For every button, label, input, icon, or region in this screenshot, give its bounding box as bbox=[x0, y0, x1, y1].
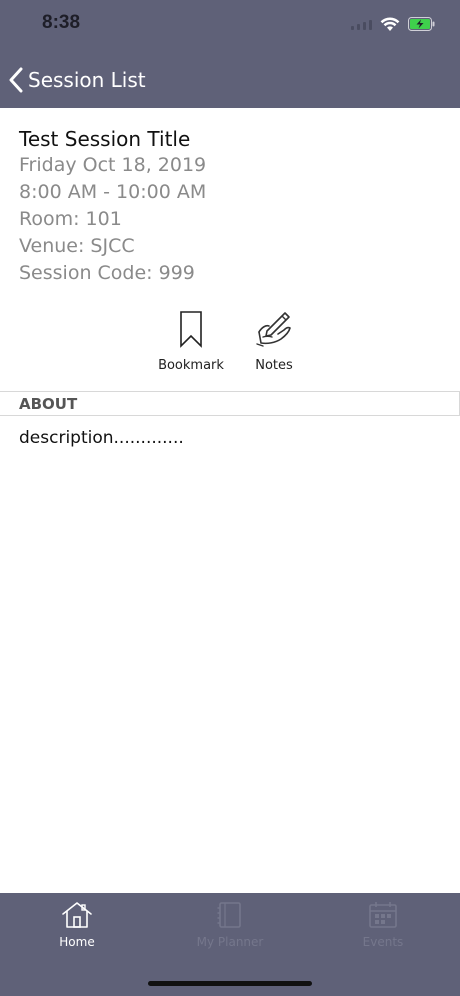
session-details: Test Session Title Friday Oct 18, 2019 8… bbox=[19, 126, 206, 287]
planner-icon bbox=[217, 902, 241, 928]
bookmark-label: Bookmark bbox=[158, 358, 224, 373]
back-button-label: Session List bbox=[28, 68, 146, 92]
session-date: Friday Oct 18, 2019 bbox=[19, 154, 207, 176]
about-title: ABOUT bbox=[19, 395, 78, 413]
status-icons bbox=[351, 14, 436, 34]
calendar-icon bbox=[369, 902, 397, 928]
cellular-signal-icon bbox=[351, 18, 372, 30]
tab-home-label: Home bbox=[59, 935, 95, 949]
app-header: 8:38 Session List bbox=[0, 0, 460, 108]
about-description: description............. bbox=[19, 428, 184, 448]
session-venue: Venue: SJCC bbox=[19, 235, 135, 257]
hand-writing-icon bbox=[256, 312, 291, 347]
status-bar: 8:38 bbox=[0, 0, 460, 50]
session-room: Room: 101 bbox=[19, 208, 122, 230]
tab-events[interactable]: Events bbox=[323, 901, 443, 961]
status-time: 8:38 bbox=[42, 12, 81, 33]
wifi-icon bbox=[380, 17, 400, 31]
tab-events-label: Events bbox=[362, 935, 404, 949]
bookmark-icon bbox=[180, 311, 202, 348]
session-title: Test Session Title bbox=[19, 127, 191, 151]
chevron-left-icon bbox=[9, 67, 23, 93]
session-code: Session Code: 999 bbox=[19, 262, 195, 284]
bookmark-button[interactable]: Bookmark bbox=[157, 310, 225, 373]
battery-charging-icon bbox=[408, 17, 435, 31]
tab-my-planner[interactable]: My Planner bbox=[170, 901, 290, 961]
back-button[interactable]: Session List bbox=[8, 64, 146, 96]
tab-my-planner-label: My Planner bbox=[196, 935, 264, 949]
navigation-bar: Session List bbox=[0, 50, 460, 108]
notes-button[interactable]: Notes bbox=[244, 310, 304, 373]
notes-label: Notes bbox=[255, 358, 293, 373]
session-actions: Bookmark Notes bbox=[0, 310, 460, 380]
home-icon bbox=[62, 902, 92, 928]
home-indicator bbox=[148, 981, 312, 986]
session-time-range: 8:00 AM - 10:00 AM bbox=[19, 181, 207, 203]
about-section-header: ABOUT bbox=[0, 391, 460, 416]
tab-home[interactable]: Home bbox=[17, 901, 137, 961]
